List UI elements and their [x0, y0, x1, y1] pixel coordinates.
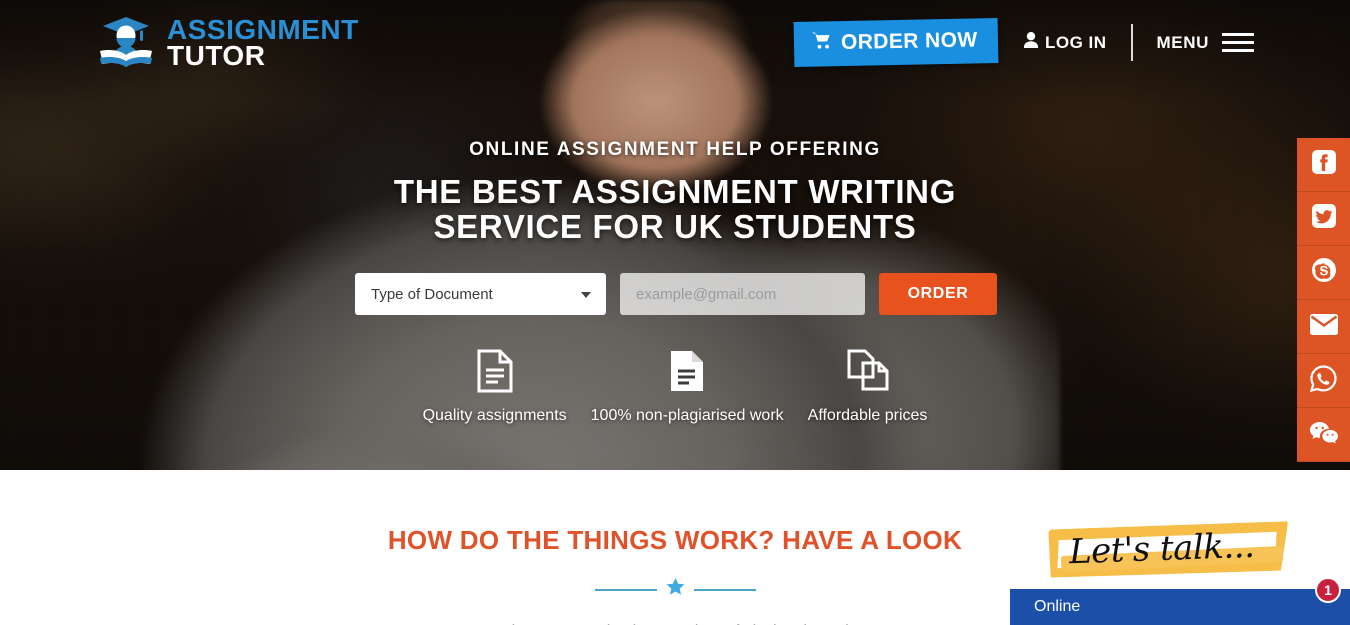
menu-button[interactable]: MENU	[1157, 33, 1254, 53]
feature-item: Quality assignments	[411, 347, 579, 425]
chat-promo: Let's talk...	[1047, 521, 1292, 583]
chat-status-label: Online	[1034, 598, 1081, 615]
social-link-skype[interactable]	[1297, 246, 1350, 300]
document-type-value: Type of Document	[371, 285, 493, 303]
twitter-icon	[1311, 203, 1337, 234]
divider-line-left	[594, 588, 657, 591]
hero-headline-line-1: THE BEST ASSIGNMENT WRITING	[393, 173, 957, 210]
feature-item: Affordable prices	[796, 347, 940, 425]
email-input[interactable]	[620, 273, 865, 316]
site-header: ASSIGNMENT TUTOR ORDER NOW LOG IN MENU	[0, 0, 1350, 85]
social-link-twitter[interactable]	[1297, 192, 1350, 246]
logo-wordmark: ASSIGNMENT TUTOR	[167, 13, 359, 71]
hero-eyebrow: ONLINE ASSIGNMENT HELP OFFERING	[469, 139, 881, 160]
landing-page: ASSIGNMENT TUTOR ORDER NOW LOG IN MENU O…	[0, 0, 1350, 625]
chat-promo-text: Let's talk...	[1068, 525, 1255, 573]
feature-label: 100% non-plagiarised work	[590, 407, 784, 425]
skype-icon	[1311, 257, 1337, 288]
feature-item: 100% non-plagiarised work	[579, 347, 796, 425]
header-divider	[1130, 24, 1133, 61]
wechat-icon	[1309, 420, 1339, 449]
shopping-cart-icon	[812, 31, 832, 55]
hero-features: Quality assignments 100% non-plagiarised…	[0, 347, 1350, 425]
feature-label: Quality assignments	[422, 407, 567, 425]
hamburger-icon	[1222, 33, 1254, 52]
hero-banner: ASSIGNMENT TUTOR ORDER NOW LOG IN MENU O…	[0, 0, 1350, 470]
document-filled-icon	[591, 347, 784, 395]
site-logo[interactable]: ASSIGNMENT TUTOR	[96, 14, 359, 72]
order-submit-button[interactable]: ORDER	[879, 273, 997, 316]
whatsapp-icon	[1309, 364, 1337, 397]
chat-widget: Let's talk... Online 1	[1000, 521, 1350, 625]
copy-documents-icon	[808, 347, 928, 395]
graduation-cap-book-icon	[96, 14, 156, 72]
social-link-facebook[interactable]	[1297, 138, 1350, 192]
menu-label: MENU	[1156, 32, 1209, 52]
user-icon	[1023, 32, 1038, 53]
chevron-down-icon	[581, 292, 591, 299]
header-actions: ORDER NOW LOG IN MENU	[793, 18, 1254, 67]
order-form: Type of Document ORDER	[355, 273, 997, 316]
hero-headline: THE BEST ASSIGNMENT WRITING SERVICE FOR …	[0, 173, 1350, 245]
facebook-icon	[1311, 149, 1337, 180]
star-icon	[666, 578, 685, 601]
document-outline-icon	[423, 347, 567, 395]
order-now-label: ORDER NOW	[841, 28, 979, 55]
hero-headline-line-2: SERVICE FOR UK STUDENTS	[433, 207, 917, 245]
logo-line-1: ASSIGNMENT	[167, 13, 359, 45]
feature-label: Affordable prices	[807, 407, 928, 425]
order-now-button[interactable]: ORDER NOW	[793, 18, 999, 67]
social-link-wechat[interactable]	[1297, 408, 1350, 462]
social-sidebar	[1297, 138, 1350, 462]
envelope-icon	[1309, 313, 1338, 340]
login-label: LOG IN	[1044, 32, 1107, 52]
logo-line-2: TUTOR	[167, 39, 266, 71]
unread-badge: 1	[1315, 577, 1341, 603]
login-link[interactable]: LOG IN	[1023, 32, 1107, 53]
social-link-email[interactable]	[1297, 300, 1350, 354]
divider-line-right	[693, 588, 756, 591]
document-type-select[interactable]: Type of Document	[355, 273, 606, 316]
chat-status-bar[interactable]: Online 1	[1010, 577, 1350, 625]
social-link-whatsapp[interactable]	[1297, 354, 1350, 408]
